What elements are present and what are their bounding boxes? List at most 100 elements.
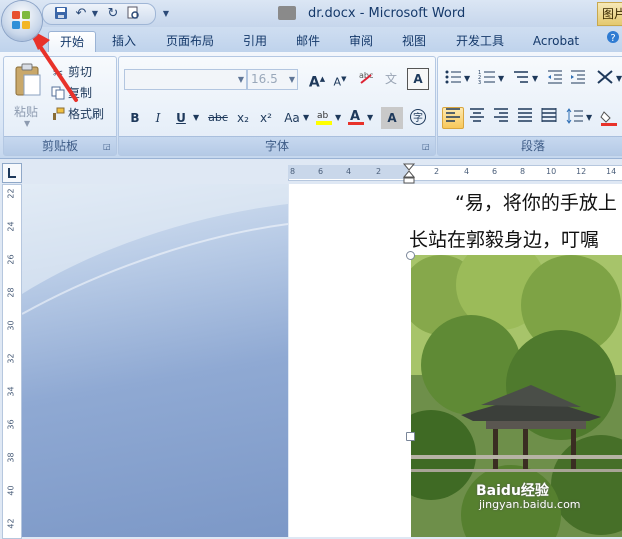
ruler-tick: 4 bbox=[464, 167, 470, 176]
bold-button[interactable]: B bbox=[124, 107, 146, 129]
paste-icon bbox=[15, 63, 41, 96]
format-painter-button[interactable]: 格式刷 bbox=[50, 104, 104, 124]
highlight-dropdown-icon[interactable]: ▼ bbox=[335, 113, 341, 122]
justify-button[interactable] bbox=[514, 107, 536, 129]
phonetic-guide-button[interactable]: 文 bbox=[381, 68, 403, 90]
left-tab-icon bbox=[8, 168, 16, 178]
align-center-button[interactable] bbox=[466, 107, 488, 129]
tab-view[interactable]: 视图 bbox=[394, 31, 434, 52]
enclose-characters-button[interactable]: 字 bbox=[407, 107, 429, 129]
tab-review[interactable]: 审阅 bbox=[341, 31, 381, 52]
subscript-button[interactable]: x₂ bbox=[232, 107, 254, 129]
strikethrough-button[interactable]: abc bbox=[204, 107, 232, 129]
ruler-tick: 42 bbox=[6, 518, 16, 529]
paste-dropdown-icon: ▼ bbox=[24, 119, 31, 128]
clipboard-dialog-launcher-icon[interactable]: ◲ bbox=[103, 142, 113, 152]
ruler-tick: 14 bbox=[606, 167, 617, 176]
picture-tools-context-tab[interactable]: 图片 bbox=[597, 2, 622, 26]
increase-indent-button[interactable] bbox=[567, 68, 589, 90]
print-preview-icon[interactable] bbox=[125, 6, 141, 22]
tab-page-layout[interactable]: 页面布局 bbox=[160, 31, 220, 52]
redo-icon[interactable]: ↻ bbox=[105, 6, 121, 22]
grow-font-button[interactable]: A▲ bbox=[306, 68, 328, 91]
shrink-font-button[interactable]: A▼ bbox=[329, 68, 351, 90]
paragraph-group: ▼ 123 ▼ ▼ ▼ ▼ 段落 bbox=[437, 56, 622, 156]
font-name-dropdown-icon: ▼ bbox=[237, 75, 244, 84]
numbering-dropdown-icon[interactable]: ▼ bbox=[498, 74, 504, 83]
document-text-line-1[interactable]: “易，将你的手放上 bbox=[455, 188, 617, 215]
bullets-dropdown-icon[interactable]: ▼ bbox=[464, 74, 470, 83]
align-left-button[interactable] bbox=[442, 107, 464, 129]
phonetic-guide-icon: 文 bbox=[385, 71, 397, 86]
change-case-button[interactable]: Aa bbox=[279, 107, 305, 129]
highlight-button[interactable]: ab bbox=[313, 107, 335, 129]
tab-references[interactable]: 引用 bbox=[235, 31, 275, 52]
bullets-button[interactable] bbox=[442, 68, 464, 90]
save-icon[interactable] bbox=[53, 6, 69, 22]
copy-label: 复制 bbox=[68, 86, 93, 100]
tab-home[interactable]: 开始 bbox=[48, 31, 96, 53]
ruler-tick: 2 bbox=[376, 167, 382, 176]
document-text-line-2[interactable]: 长站在郭毅身边，叮嘱 bbox=[409, 225, 599, 252]
distributed-button[interactable] bbox=[538, 107, 560, 129]
tab-insert[interactable]: 插入 bbox=[104, 31, 144, 52]
ruler-tick: 22 bbox=[6, 188, 16, 199]
customize-qat-icon[interactable]: ▼ bbox=[158, 6, 174, 22]
vertical-ruler[interactable]: 22 24 26 28 30 32 34 36 38 40 42 bbox=[2, 184, 22, 539]
paste-button[interactable]: 粘贴 ▼ bbox=[10, 63, 46, 133]
align-center-icon bbox=[470, 108, 484, 122]
font-color-button[interactable]: A bbox=[345, 107, 367, 129]
superscript-button[interactable]: x² bbox=[255, 107, 277, 129]
office-logo-icon bbox=[12, 11, 30, 29]
chinese-layout-dropdown-icon[interactable]: ▼ bbox=[616, 74, 622, 83]
window-title: dr.docx - Microsoft Word bbox=[308, 6, 466, 21]
chinese-layout-button[interactable] bbox=[594, 68, 616, 90]
baidu-watermark: Baidu经验 bbox=[476, 483, 549, 499]
ruler-tick: 8 bbox=[290, 167, 296, 176]
align-right-button[interactable] bbox=[490, 107, 512, 129]
svg-text:ab: ab bbox=[317, 111, 329, 121]
multilevel-list-button[interactable] bbox=[510, 68, 532, 90]
shading-button[interactable] bbox=[598, 107, 620, 129]
undo-dropdown-icon[interactable]: ▼ bbox=[87, 6, 103, 22]
line-spacing-dropdown-icon[interactable]: ▼ bbox=[586, 113, 592, 122]
multilevel-list-dropdown-icon[interactable]: ▼ bbox=[532, 74, 538, 83]
font-name-combo[interactable]: ▼ bbox=[124, 69, 247, 90]
tab-developer[interactable]: 开发工具 bbox=[448, 31, 512, 52]
copy-button[interactable]: 复制 bbox=[50, 83, 92, 103]
underline-dropdown-icon[interactable]: ▼ bbox=[193, 113, 199, 122]
resize-handle-middle-left[interactable] bbox=[406, 432, 415, 441]
ruler-tick: 30 bbox=[6, 320, 16, 331]
numbering-button[interactable]: 123 bbox=[476, 68, 498, 90]
svg-text:A: A bbox=[350, 109, 360, 124]
clear-formatting-button[interactable]: abc bbox=[355, 68, 377, 90]
underline-button[interactable]: U bbox=[170, 107, 192, 129]
change-case-dropdown-icon[interactable]: ▼ bbox=[303, 113, 309, 122]
ruler-tick: 26 bbox=[6, 254, 16, 265]
tab-mailings[interactable]: 邮件 bbox=[288, 31, 328, 52]
bullets-icon bbox=[445, 70, 461, 84]
increase-indent-icon bbox=[571, 70, 585, 84]
font-size-combo[interactable]: 16.5 ▼ bbox=[247, 69, 298, 90]
tab-selector[interactable] bbox=[2, 163, 22, 183]
grow-font-icon: A bbox=[308, 74, 320, 91]
tab-acrobat[interactable]: Acrobat bbox=[525, 31, 587, 52]
font-color-dropdown-icon[interactable]: ▼ bbox=[367, 113, 373, 122]
cut-label: 剪切 bbox=[68, 65, 93, 79]
background-swoosh bbox=[22, 184, 288, 315]
decrease-indent-button[interactable] bbox=[544, 68, 566, 90]
highlighter-icon: ab bbox=[316, 111, 332, 125]
ruler-tick: 34 bbox=[6, 386, 16, 397]
character-border-button[interactable]: A bbox=[407, 68, 429, 90]
distributed-icon bbox=[541, 108, 557, 122]
resize-handle-top-left[interactable] bbox=[406, 251, 415, 260]
cut-button[interactable]: ✂ 剪切 bbox=[50, 62, 92, 82]
indent-marker-icon[interactable] bbox=[403, 163, 415, 185]
ruler-tick: 10 bbox=[546, 167, 557, 176]
help-icon[interactable]: ? bbox=[606, 30, 622, 48]
ruler-tick: 4 bbox=[346, 167, 352, 176]
font-dialog-launcher-icon[interactable]: ◲ bbox=[422, 142, 432, 152]
italic-button[interactable]: I bbox=[147, 107, 169, 129]
character-shading-button[interactable]: A bbox=[381, 107, 403, 129]
line-spacing-button[interactable] bbox=[564, 107, 586, 129]
